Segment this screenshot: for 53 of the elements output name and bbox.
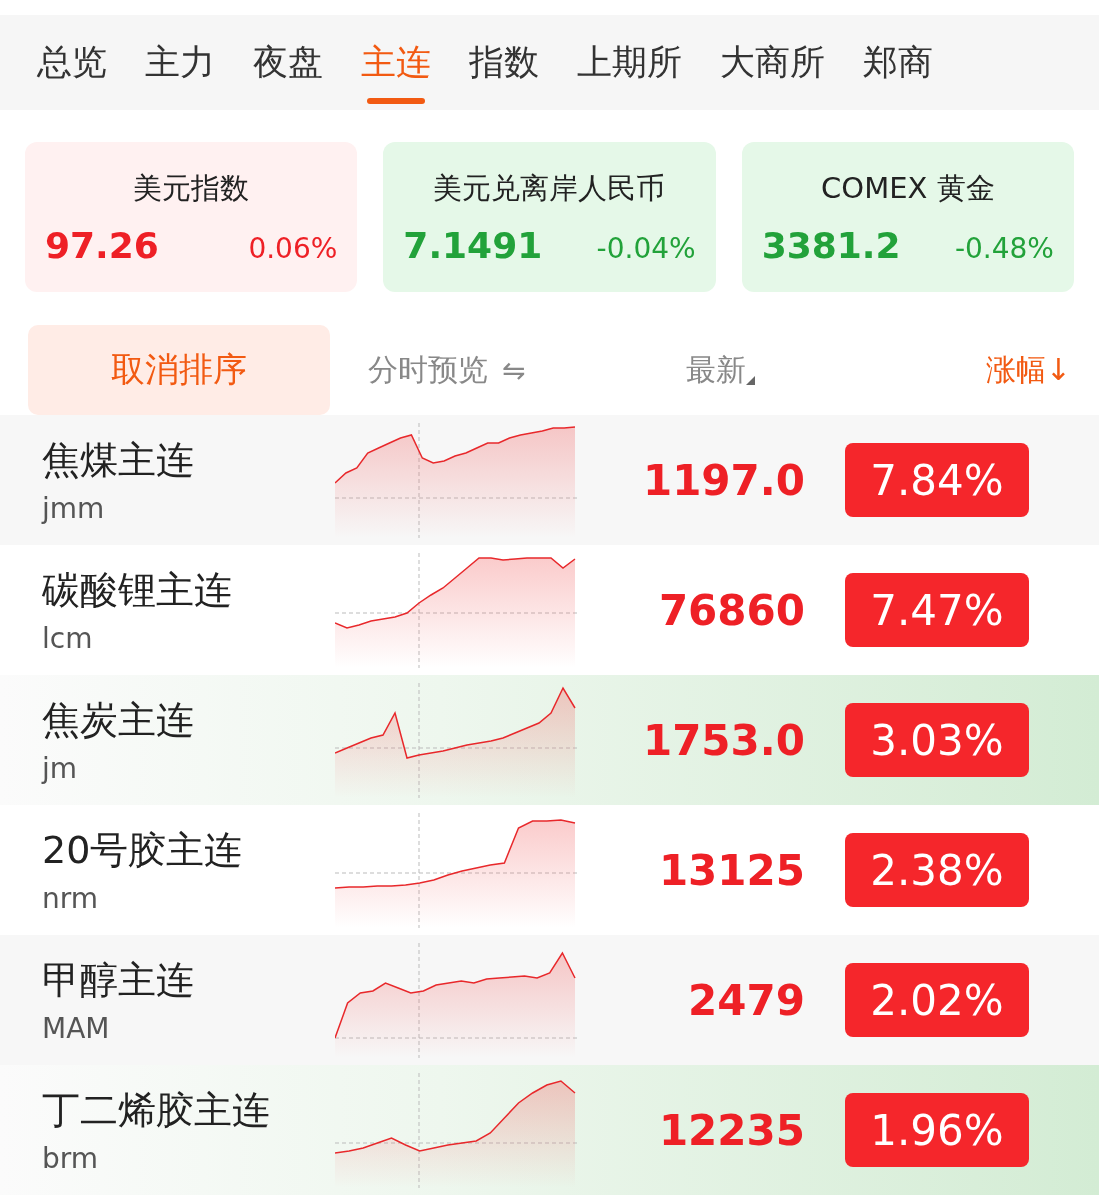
index-card[interactable]: 美元指数 97.26 0.06% xyxy=(25,142,358,292)
sort-triangle-icon xyxy=(746,375,755,385)
change-badge: 2.38% xyxy=(845,833,1029,907)
contract-code: nrm xyxy=(42,882,100,915)
tab[interactable]: 上期所 xyxy=(558,15,701,110)
column-header: 分时预览 xyxy=(368,350,488,389)
contract-name: 丁二烯胶主连 xyxy=(42,1087,271,1134)
contract-name: 20号胶主连 xyxy=(42,827,244,874)
change-badge: 7.84% xyxy=(845,443,1029,517)
contract-name: 碳酸锂主连 xyxy=(42,567,233,614)
contract-name: 焦煤主连 xyxy=(42,437,195,484)
index-change: 0.06% xyxy=(248,231,338,265)
contract-code: brm xyxy=(42,1142,100,1175)
contract-code: jmm xyxy=(42,492,106,525)
index-card[interactable]: COMEX 黄金 3381.2 -0.48% xyxy=(741,142,1074,292)
tab[interactable]: 夜盘 xyxy=(234,15,342,110)
quote-row[interactable]: 丁二烯胶主连 brm 12235 1.96% xyxy=(0,1065,1099,1195)
index-price: 97.26 xyxy=(45,224,159,266)
tab[interactable]: 总览 xyxy=(18,15,126,110)
contract-name: 焦炭主连 xyxy=(42,697,195,744)
quote-row[interactable]: 焦炭主连 jm 1753.0 3.03% xyxy=(0,675,1099,805)
tab[interactable]: 指数 xyxy=(450,15,558,110)
index-price: 3381.2 xyxy=(761,224,901,266)
latest-price: 13125 xyxy=(657,845,805,895)
index-name: 美元指数 xyxy=(133,169,250,207)
quote-row[interactable]: 焦煤主连 jmm 1197.0 7.84% xyxy=(0,415,1099,545)
change-badge: 2.02% xyxy=(845,963,1029,1037)
change-badge: 1.96% xyxy=(845,1093,1029,1167)
tab[interactable]: 郑商 xyxy=(844,15,933,110)
contract-code: jm xyxy=(42,752,79,785)
quote-row[interactable]: 20号胶主连 nrm 13125 2.38% xyxy=(0,805,1099,935)
tab[interactable]: 大商所 xyxy=(701,15,844,110)
index-price: 7.1491 xyxy=(403,224,543,266)
column-header[interactable]: 最新 xyxy=(686,349,746,391)
index-card[interactable]: 美元兑离岸人民币 7.1491 -0.04% xyxy=(383,142,716,292)
latest-price: 1197.0 xyxy=(641,455,805,505)
change-badge: 3.03% xyxy=(845,703,1029,777)
tab[interactable]: 主力 xyxy=(126,15,234,110)
quote-row[interactable]: 碳酸锂主连 lcm 76860 7.47% xyxy=(0,545,1099,675)
index-change: -0.04% xyxy=(596,231,696,265)
index-name: COMEX 黄金 xyxy=(821,169,995,207)
latest-price: 12235 xyxy=(657,1105,805,1155)
index-change: -0.48% xyxy=(954,231,1054,265)
contract-code: MAM xyxy=(42,1012,111,1045)
contract-name: 甲醇主连 xyxy=(42,957,195,1004)
index-name: 美元兑离岸人民币 xyxy=(433,169,666,207)
toggle-icon[interactable]: ⇋ xyxy=(502,353,526,387)
contract-code: lcm xyxy=(42,622,94,655)
latest-price: 76860 xyxy=(657,585,805,635)
change-badge: 7.47% xyxy=(845,573,1029,647)
latest-price: 2479 xyxy=(687,975,805,1025)
latest-price: 1753.0 xyxy=(641,715,805,765)
quote-row[interactable]: 甲醇主连 MAM 2479 2.02% xyxy=(0,935,1099,1065)
